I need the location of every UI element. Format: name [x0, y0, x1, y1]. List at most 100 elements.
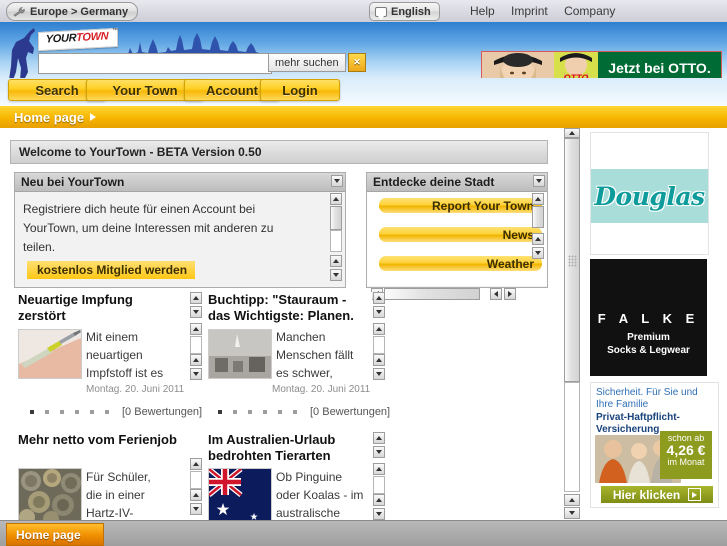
search-more-button[interactable]: mehr suchen	[268, 53, 346, 72]
scroll-down-button[interactable]	[190, 503, 202, 515]
link-company[interactable]: Company	[564, 4, 615, 18]
panel-neu-collapse-icon[interactable]	[331, 175, 343, 187]
scroll-thumb[interactable]	[532, 206, 544, 228]
scroll-up-button[interactable]	[190, 458, 202, 470]
tab-login[interactable]: Login	[260, 79, 340, 101]
article-3-thumbnail	[18, 468, 82, 520]
hscroll-thumb[interactable]	[384, 288, 480, 300]
article-1-scrollbar[interactable]	[190, 292, 203, 384]
rating-dot[interactable]	[248, 410, 252, 414]
rating-dot[interactable]	[30, 410, 34, 414]
rating-dot[interactable]	[60, 410, 64, 414]
scroll-track[interactable]	[373, 476, 385, 494]
article-4-title[interactable]: Im Australien-Urlaub bedrohten Tierarten	[208, 432, 366, 464]
scroll-down-button[interactable]	[330, 269, 342, 281]
scroll-up-button-2[interactable]	[190, 489, 202, 501]
scroll-up-button[interactable]	[190, 292, 202, 304]
article-card-1[interactable]: Neuartige Impfung zerstört Mit einem neu…	[14, 292, 202, 418]
page-scroll-up-button[interactable]	[564, 128, 580, 138]
scroll-right-button[interactable]	[504, 288, 516, 300]
rating-dot[interactable]	[263, 410, 267, 414]
scroll-left-button-2[interactable]	[490, 288, 502, 300]
scroll-up-button[interactable]	[532, 193, 544, 205]
scroll-up-button-2[interactable]	[532, 233, 544, 245]
scroll-down-button-2[interactable]	[190, 368, 202, 380]
panel-entdecke-scrollbar[interactable]	[532, 193, 545, 265]
article-card-4[interactable]: Im Australien-Urlaub bedrohten Tierarten…	[204, 432, 385, 520]
falke-tagline: Premium Socks & Legwear	[590, 331, 707, 357]
scroll-track[interactable]	[373, 336, 385, 354]
scroll-thumb[interactable]	[330, 206, 342, 230]
page-scrollbar[interactable]	[560, 128, 582, 520]
scroll-track[interactable]	[190, 336, 202, 354]
button-weather[interactable]: Weather	[379, 256, 542, 271]
logo-text-town: TOWN	[76, 30, 109, 45]
link-imprint[interactable]: Imprint	[511, 4, 548, 18]
scroll-up-button-3[interactable]	[190, 354, 202, 366]
link-help[interactable]: Help	[470, 4, 495, 18]
logo-text-your: YOUR	[45, 32, 77, 46]
page-scroll-track[interactable]	[564, 382, 580, 492]
ad-insurance[interactable]: Sicherheit. Für Sie und Ihre Familie Pri…	[590, 382, 719, 508]
article-card-2[interactable]: Buchtipp: "Stauraum - das Wichtigste: Pl…	[204, 292, 390, 418]
panel-entdecke-hscrollbar[interactable]	[368, 288, 546, 303]
article-2-date: Montag. 20. Juni 2011	[272, 384, 371, 395]
rating-dot[interactable]	[293, 410, 297, 414]
rating-dot[interactable]	[278, 410, 282, 414]
article-1-rating[interactable]: [0 Bewertungen]	[30, 406, 202, 418]
rating-dot[interactable]	[105, 410, 109, 414]
scroll-up-button-2[interactable]	[373, 463, 385, 475]
close-x-icon[interactable]: ✕	[348, 53, 366, 72]
register-cta-link[interactable]: kostenlos Mitglied werden	[27, 261, 196, 279]
article-4-scrollbar[interactable]	[373, 432, 386, 520]
scroll-up-button[interactable]	[330, 193, 342, 205]
article-3-title[interactable]: Mehr netto vom Ferienjob	[18, 432, 183, 448]
ad-douglas[interactable]: Douglas	[590, 132, 709, 255]
scroll-down-button[interactable]	[373, 306, 385, 318]
rating-dot[interactable]	[45, 410, 49, 414]
scroll-up-button-2[interactable]	[190, 323, 202, 335]
otto-advertisement[interactable]: OTTO Jetzt bei OTTO. Bitte w�hlen ... OT…	[481, 51, 722, 78]
rating-dot[interactable]	[90, 410, 94, 414]
article-2-rating[interactable]: [0 Bewertungen]	[218, 406, 390, 418]
scroll-up-button-2[interactable]	[373, 323, 385, 335]
button-news[interactable]: News	[379, 227, 542, 242]
page-scroll-thumb[interactable]	[564, 138, 580, 382]
scroll-up-button-2[interactable]	[330, 255, 342, 267]
scroll-down-button-2[interactable]	[373, 368, 385, 380]
rating-dot[interactable]	[75, 410, 79, 414]
scroll-down-button[interactable]	[532, 247, 544, 259]
scroll-track[interactable]	[190, 471, 202, 489]
scroll-up-button-3[interactable]	[373, 494, 385, 506]
panel-entdecke-collapse-icon[interactable]	[533, 175, 545, 187]
scroll-up-button-3[interactable]	[373, 354, 385, 366]
panel-neu-scrollbar[interactable]	[330, 193, 343, 285]
ad-falke[interactable]: F A L K E Premium Socks & Legwear	[590, 259, 707, 376]
insurance-line-2a: Privat-Haftpflicht-	[596, 412, 680, 423]
language-selector-button[interactable]: English	[369, 2, 440, 21]
scroll-down-button-2[interactable]	[373, 508, 385, 520]
button-report-your-town[interactable]: Report Your Town	[379, 198, 542, 213]
scroll-up-button[interactable]	[373, 292, 385, 304]
scroll-up-button[interactable]	[373, 432, 385, 444]
article-card-3[interactable]: Mehr netto vom Ferienjob Für Schüler, di…	[14, 432, 202, 520]
taskbar-item-home-page[interactable]: Home page	[6, 523, 104, 546]
location-selector-button[interactable]: Europe > Germany	[6, 2, 139, 21]
scroll-track[interactable]	[330, 230, 342, 252]
scroll-down-button[interactable]	[373, 446, 385, 458]
insurance-cta-button[interactable]: Hier klicken	[601, 486, 713, 503]
page-body: Welcome to YourTown - BETA Version 0.50 …	[0, 128, 727, 520]
article-2-scrollbar[interactable]	[373, 292, 386, 384]
article-3-excerpt: Für Schüler, die in einer Hartz-IV-	[86, 470, 151, 520]
article-1-title[interactable]: Neuartige Impfung zerstört	[18, 292, 168, 324]
search-input[interactable]	[38, 53, 272, 74]
breadcrumb-home-page[interactable]: Home page	[14, 110, 84, 125]
page-scroll-down-button[interactable]	[564, 507, 580, 519]
rating-dot[interactable]	[218, 410, 222, 414]
article-3-scrollbar[interactable]	[190, 458, 203, 520]
site-logo[interactable]: YOURTOWN ™	[38, 27, 118, 52]
scroll-down-button[interactable]	[190, 306, 202, 318]
article-2-title[interactable]: Buchtipp: "Stauraum - das Wichtigste: Pl…	[208, 292, 366, 324]
rating-dot[interactable]	[233, 410, 237, 414]
page-scroll-up-button-2[interactable]	[564, 494, 580, 506]
